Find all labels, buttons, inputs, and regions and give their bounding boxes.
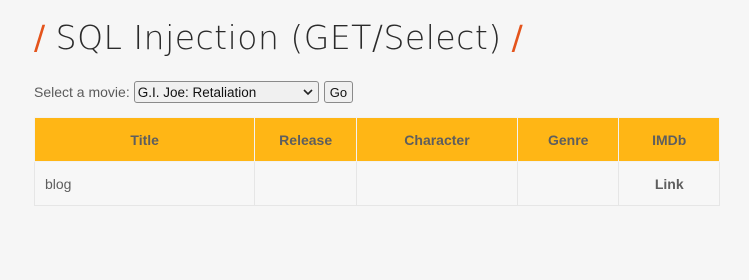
page-title: / SQL Injection (GET/Select) / [34, 14, 523, 62]
movie-select-value: G.I. Joe: Retaliation [137, 84, 257, 100]
imdb-link[interactable]: Link [655, 176, 684, 192]
cell-release [254, 161, 357, 206]
cell-imdb: Link [618, 161, 720, 206]
column-header-title: Title [33, 117, 256, 162]
column-header-genre: Genre [517, 117, 620, 162]
cell-character [355, 161, 519, 206]
title-slash-left: / [34, 18, 46, 57]
cell-genre [517, 161, 620, 206]
table-row: blog Link [33, 161, 720, 206]
movie-select-dropdown[interactable]: G.I. Joe: Retaliation [133, 81, 319, 103]
title-slash-right: / [511, 18, 524, 57]
page-title-text: SQL Injection (GET/Select) [55, 18, 502, 57]
column-header-imdb: IMDb [618, 117, 720, 162]
results-table: Title Release Character Genre IMDb blog … [33, 117, 720, 206]
cell-title: blog [33, 161, 256, 206]
table-header-row: Title Release Character Genre IMDb [33, 117, 720, 162]
movie-select-label: Select a movie: [34, 84, 130, 100]
column-header-release: Release [254, 117, 357, 162]
chevron-down-icon [303, 89, 313, 96]
go-button[interactable]: Go [323, 81, 354, 103]
movie-select-form: Select a movie: G.I. Joe: Retaliation Go [34, 81, 354, 103]
column-header-character: Character [355, 117, 519, 162]
